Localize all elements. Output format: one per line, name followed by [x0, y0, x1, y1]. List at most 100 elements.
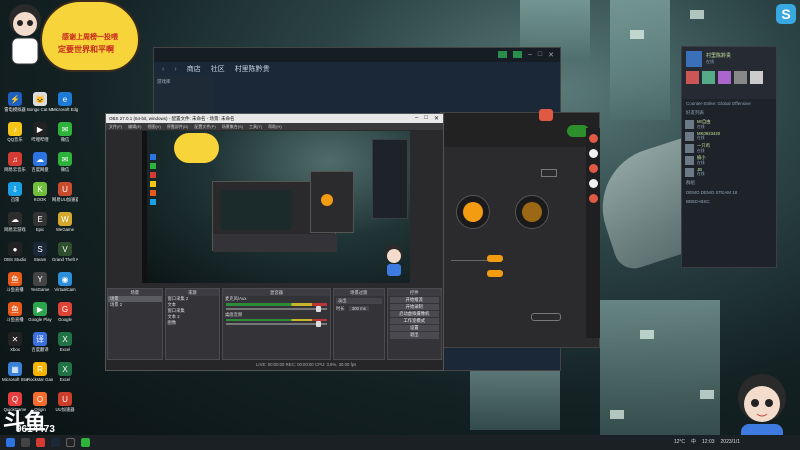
game-thumb[interactable]: [734, 71, 747, 84]
menu-item[interactable]: 配置文件(P): [194, 124, 215, 130]
exit-button[interactable]: 退出: [389, 332, 440, 339]
maximize-icon[interactable]: □: [538, 51, 542, 59]
taskbar-wechat-icon[interactable]: [81, 438, 90, 447]
start-icon[interactable]: [6, 438, 15, 447]
clock-date[interactable]: 2023/1/1: [721, 435, 740, 450]
forward-icon[interactable]: ›: [174, 66, 176, 73]
steam-tray-icon[interactable]: S: [776, 4, 796, 24]
duration-input[interactable]: 300 ms: [348, 306, 369, 311]
desktop-shortcut[interactable]: E Epic: [27, 212, 53, 246]
user-avatar[interactable]: [686, 51, 702, 67]
taskbar-app-icon[interactable]: [36, 438, 45, 447]
transition-select[interactable]: 淡出: [335, 298, 382, 304]
maximize-icon[interactable]: □: [424, 115, 428, 122]
menu-item[interactable]: 场景集合(S): [222, 124, 243, 130]
desktop-shortcut[interactable]: S Steam: [27, 242, 53, 276]
toggle-button[interactable]: [487, 255, 503, 262]
desktop-shortcut[interactable]: U UU加速器: [52, 392, 78, 426]
streaming-tool-window[interactable]: [440, 109, 600, 348]
friend-item[interactable]: 楠小 在线: [682, 154, 776, 166]
app-icon[interactable]: [588, 164, 598, 173]
search-icon[interactable]: [21, 438, 30, 447]
scene-item[interactable]: 场景 2: [108, 302, 162, 308]
menu-item[interactable]: 帮助(H): [268, 124, 282, 130]
clock-time[interactable]: 12:03: [702, 435, 715, 450]
desktop-shortcut[interactable]: ♪ QQ音乐: [2, 122, 28, 156]
menu-item[interactable]: 停靠部件(D): [167, 124, 189, 130]
desktop-shortcut[interactable]: ✕ Xbox: [2, 332, 28, 366]
settings-button[interactable]: 设置: [389, 325, 440, 332]
toggle-button[interactable]: [487, 270, 503, 277]
nav-profile[interactable]: 村里陈黔贵: [235, 64, 270, 74]
library-label[interactable]: 游戏库: [154, 76, 214, 88]
friend-item[interactable]: JB 在线: [682, 166, 776, 178]
desktop-shortcut[interactable]: 鱼斗鱼直播: [2, 302, 28, 336]
friend-item[interactable]: 一只鸡 在线: [682, 142, 776, 154]
desktop-shortcut[interactable]: ▶ Google Play: [27, 302, 53, 336]
button-a-icon[interactable]: [456, 195, 490, 229]
app-icon[interactable]: [588, 194, 598, 203]
desktop-shortcut[interactable]: 译百度翻译: [27, 332, 53, 366]
obs-window[interactable]: OBS 27.0.1 (64-bit, windows) - 配置文件: 未命名…: [105, 113, 444, 371]
minimize-icon[interactable]: –: [528, 51, 532, 59]
action-button[interactable]: [531, 313, 561, 321]
taskbar-obs-icon[interactable]: [66, 438, 75, 447]
close-icon[interactable]: ✕: [434, 115, 439, 122]
desktop-shortcut[interactable]: U 网易UU加速器: [52, 182, 78, 216]
desktop-shortcut[interactable]: ⚡ 雷电模拟器: [2, 92, 28, 126]
game-thumb[interactable]: [686, 71, 699, 84]
back-icon[interactable]: ‹: [162, 66, 164, 73]
volume-slider[interactable]: [226, 305, 327, 312]
desktop-shortcut[interactable]: 🐱Bongo Cat Mver: [27, 92, 53, 126]
friend-item[interactable]: Mr自由 在线: [682, 118, 776, 130]
small-button[interactable]: [541, 169, 557, 177]
friend-item[interactable]: MK0923420 在线: [682, 130, 776, 142]
steam-notify-icon[interactable]: [512, 51, 522, 58]
desktop-shortcut[interactable]: RRockstar Games: [27, 362, 53, 396]
virtual-camera-button[interactable]: 启动虚拟摄像机: [389, 310, 440, 318]
desktop-shortcut[interactable]: X Excel: [52, 332, 78, 366]
desktop-shortcut[interactable]: G Google: [52, 302, 78, 336]
app-icon[interactable]: [588, 149, 598, 158]
minimize-icon[interactable]: –: [415, 115, 418, 122]
desktop-shortcut[interactable]: 鱼斗鱼直播: [2, 272, 28, 306]
app-icon[interactable]: [588, 134, 598, 143]
menu-item[interactable]: 文件(F): [109, 124, 122, 130]
desktop-shortcut[interactable]: ✉ 微信: [52, 122, 78, 156]
app-icon[interactable]: [588, 179, 598, 188]
menu-item[interactable]: 工具(T): [249, 124, 262, 130]
desktop-shortcut[interactable]: Y YesGame: [27, 272, 53, 306]
desktop-shortcut[interactable]: e Microsoft Edge: [52, 92, 78, 126]
source-item[interactable]: 图像: [166, 320, 220, 326]
button-b-icon[interactable]: [515, 195, 549, 229]
desktop-shortcut[interactable]: ♫ 网易云音乐: [2, 152, 28, 186]
group-item[interactable]: BB5D+BSC: [682, 197, 776, 206]
close-icon[interactable]: ✕: [548, 51, 554, 59]
input-language[interactable]: 中: [691, 435, 696, 450]
menu-item[interactable]: 编辑(E): [128, 124, 141, 130]
desktop-shortcut[interactable]: ◉ VirtualCam: [52, 272, 78, 306]
volume-slider[interactable]: [226, 321, 327, 327]
game-thumb[interactable]: [750, 71, 763, 84]
steam-friends-panel[interactable]: 村里陈黔贵 在线 Counter-Strike: Global Offensiv…: [681, 46, 777, 268]
desktop-shortcut[interactable]: ☁ 百度网盘: [27, 152, 53, 186]
game-thumb[interactable]: [702, 71, 715, 84]
desktop-shortcut[interactable]: VGrand Theft Auto V: [52, 242, 78, 276]
desktop-shortcut[interactable]: W WeGame: [52, 212, 78, 246]
nav-store[interactable]: 商店: [187, 64, 201, 74]
obs-preview[interactable]: [142, 131, 410, 283]
desktop-shortcut[interactable]: ● OBS Studio: [2, 242, 28, 276]
group-item[interactable]: DEMO DEMO STEAM 18: [682, 188, 776, 197]
desktop-shortcut[interactable]: K KOOK: [27, 182, 53, 216]
start-recording-button[interactable]: 开始录制: [389, 303, 440, 311]
steam-friends-icon[interactable]: [497, 51, 507, 58]
taskbar-steam-icon[interactable]: [51, 438, 60, 447]
nav-community[interactable]: 社区: [211, 64, 225, 74]
desktop-shortcut[interactable]: ⇩ 迅雷: [2, 182, 28, 216]
desktop-shortcut[interactable]: X Excel: [52, 362, 78, 396]
desktop-shortcut[interactable]: ▶ 哔哩哔哩: [27, 122, 53, 156]
desktop-shortcut[interactable]: ✉ 微信: [52, 152, 78, 186]
desktop-shortcut[interactable]: ▦Microsoft Store: [2, 362, 28, 396]
desktop-shortcut[interactable]: ☁ 网易云游戏: [2, 212, 28, 246]
game-thumb[interactable]: [718, 71, 731, 84]
